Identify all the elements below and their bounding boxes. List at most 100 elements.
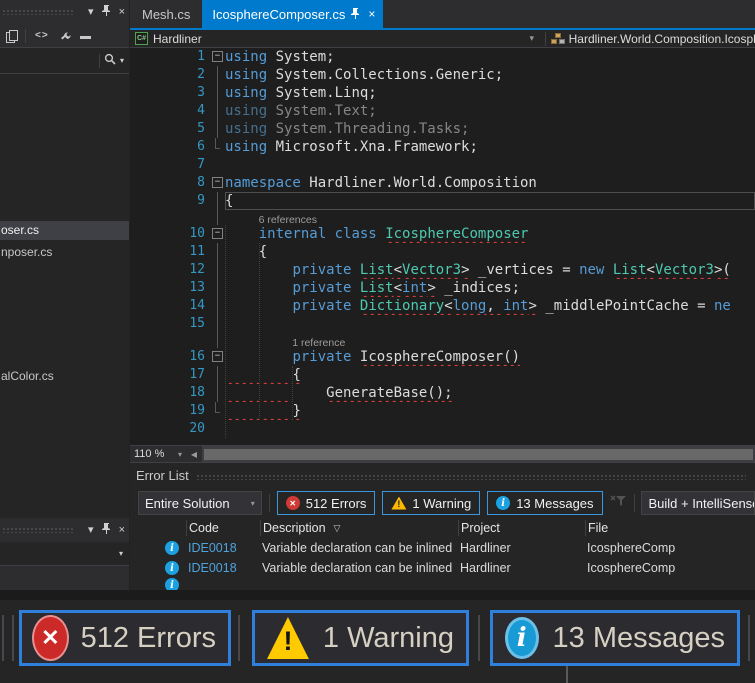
scrollbar-thumb[interactable] xyxy=(204,448,753,460)
code-lines: 1− using System; 2 using System.Collections… xyxy=(130,48,755,438)
line-text: 6 references xyxy=(225,210,755,225)
zoom-selector[interactable]: 110 % ▾ xyxy=(130,448,186,460)
search-box[interactable]: ▾ xyxy=(0,48,129,74)
line-text: private List<int> _indices; xyxy=(292,280,521,296)
horizontal-scrollbar[interactable]: ◀ xyxy=(186,446,755,462)
errors-toggle-button[interactable]: 512 Errors xyxy=(276,491,376,515)
source-dropdown[interactable]: Build + IntelliSense xyxy=(641,491,755,515)
list-item[interactable]: alColor.cs xyxy=(0,367,129,386)
table-row[interactable]: IDE0018 Variable declaration can be inli… xyxy=(130,558,755,578)
pin-icon[interactable] xyxy=(351,7,360,22)
code-row[interactable]: 7 xyxy=(130,156,755,174)
close-icon[interactable]: × xyxy=(119,524,125,536)
separator xyxy=(2,615,4,661)
code-row[interactable]: 18 GenerateBase(); xyxy=(130,384,755,402)
drag-handle[interactable] xyxy=(196,474,746,480)
fold-collapse-icon[interactable]: − xyxy=(210,174,225,192)
fold-margin xyxy=(210,120,225,138)
code-row[interactable]: 15 xyxy=(130,315,755,333)
line-text: using System.Threading.Tasks; xyxy=(225,121,470,137)
fold-margin xyxy=(210,333,225,348)
code-row[interactable]: 8− namespace Hardliner.World.Composition xyxy=(130,174,755,192)
column-header-description[interactable]: Description ▽ xyxy=(260,520,458,536)
fold-collapse-icon[interactable]: − xyxy=(210,225,225,243)
fold-margin xyxy=(210,384,225,402)
tool-window-titlebar-bottom: ▾ × xyxy=(0,518,129,542)
bottom-panel-dropdown[interactable]: ▾ xyxy=(0,542,129,566)
fold-collapse-icon[interactable]: − xyxy=(210,348,225,366)
column-header-project[interactable]: Project xyxy=(458,520,585,536)
warnings-toggle-button-magnified[interactable]: 1 Warning xyxy=(252,610,469,666)
drag-handle[interactable] xyxy=(2,527,74,533)
pin-icon[interactable] xyxy=(101,5,111,19)
wrench-icon[interactable] xyxy=(58,27,71,45)
editor-bottom-bar: 110 % ▾ ◀ xyxy=(130,445,755,462)
tab-mesh[interactable]: Mesh.cs xyxy=(130,0,202,28)
search-icon[interactable] xyxy=(104,52,116,70)
code-editor[interactable]: 1− using System; 2 using System.Collections… xyxy=(130,48,755,445)
codelens-references[interactable]: 1 reference xyxy=(292,336,345,348)
code-row[interactable]: 4 using System.Text; xyxy=(130,102,755,120)
code-row[interactable]: 13 private List<int> _indices; xyxy=(130,279,755,297)
code-row[interactable]: 3 using System.Linq; xyxy=(130,84,755,102)
code-row[interactable]: 12 private List<Vector3> _vertices = new… xyxy=(130,261,755,279)
codelens-row[interactable]: 6 references xyxy=(130,210,755,225)
line-number: 15 xyxy=(189,316,205,331)
code-row[interactable]: 19 } xyxy=(130,402,755,420)
list-item[interactable]: nposer.cs xyxy=(0,243,129,262)
cell-code[interactable]: IDE0018 xyxy=(186,541,260,555)
column-header-code[interactable]: Code xyxy=(186,520,260,536)
line-text: private List<Vector3> _vertices = new Li… xyxy=(292,262,731,278)
warnings-toggle-button[interactable]: 1 Warning xyxy=(382,491,481,515)
code-row[interactable]: 5 using System.Threading.Tasks; xyxy=(130,120,755,138)
code-row[interactable]: 14 private Dictionary<long, int> _middle… xyxy=(130,297,755,315)
code-row[interactable]: 2 using System.Collections.Generic; xyxy=(130,66,755,84)
line-text: { xyxy=(292,367,301,383)
messages-toggle-button[interactable]: 13 Messages xyxy=(487,491,603,515)
code-row[interactable]: 20 xyxy=(130,420,755,438)
errors-toggle-button-magnified[interactable]: 512 Errors xyxy=(19,610,231,666)
table-row[interactable]: IDE0018 Variable declaration can be inli… xyxy=(130,538,755,558)
column-header-file[interactable]: File xyxy=(585,520,755,536)
chevron-down-icon[interactable]: ▾ xyxy=(120,55,124,66)
line-number: 9 xyxy=(197,193,205,208)
code-icon[interactable]: <> xyxy=(35,30,49,41)
toolbar-separator xyxy=(633,494,635,512)
line-number: 18 xyxy=(189,385,205,400)
line-text: { xyxy=(225,192,755,210)
filter-icon[interactable] xyxy=(610,494,627,512)
warning-icon xyxy=(391,496,407,510)
scroll-left-icon[interactable]: ◀ xyxy=(186,446,202,462)
tab-icospherecomposer[interactable]: IcosphereComposer.cs × xyxy=(202,0,384,28)
line-text: internal class IcosphereComposer xyxy=(258,226,529,242)
error-list-titlebar: Error List xyxy=(130,463,755,488)
info-icon xyxy=(165,561,179,575)
code-row[interactable]: 6 using Microsoft.Xna.Framework; xyxy=(130,138,755,156)
code-row[interactable]: 16− private IcosphereComposer() xyxy=(130,348,755,366)
code-row[interactable]: 9{ xyxy=(130,192,755,210)
pin-icon[interactable] xyxy=(101,523,111,537)
chevron-down-icon: ▾ xyxy=(177,449,182,459)
codelens-row[interactable]: 1 reference xyxy=(130,333,755,348)
code-row[interactable]: 1− using System; xyxy=(130,48,755,66)
fold-collapse-icon[interactable]: − xyxy=(210,48,225,66)
messages-toggle-button-magnified[interactable]: 13 Messages xyxy=(490,610,740,666)
codelens-references[interactable]: 6 references xyxy=(259,213,317,225)
project-dropdown[interactable]: C# Hardliner ▾ xyxy=(130,32,540,46)
cell-code[interactable]: IDE0018 xyxy=(186,561,260,575)
line-number: 11 xyxy=(189,244,205,259)
list-item[interactable]: oser.cs xyxy=(0,221,129,240)
close-icon[interactable]: × xyxy=(368,7,375,21)
code-row[interactable]: 11 { xyxy=(130,243,755,261)
copy-icon[interactable] xyxy=(6,30,18,43)
collapse-icon[interactable] xyxy=(79,36,91,39)
chevron-down-icon[interactable]: ▾ xyxy=(88,6,94,18)
tab-label: IcosphereComposer.cs xyxy=(212,6,346,22)
code-row[interactable]: 10− internal class IcosphereComposer xyxy=(130,225,755,243)
chevron-down-icon[interactable]: ▾ xyxy=(88,524,94,536)
drag-handle[interactable] xyxy=(2,9,74,15)
type-dropdown[interactable]: Hardliner.World.Composition.Icosph xyxy=(569,32,755,46)
scope-dropdown[interactable]: Entire Solution ▾ xyxy=(138,491,262,515)
close-icon[interactable]: × xyxy=(119,6,125,18)
code-row[interactable]: 17 { xyxy=(130,366,755,384)
